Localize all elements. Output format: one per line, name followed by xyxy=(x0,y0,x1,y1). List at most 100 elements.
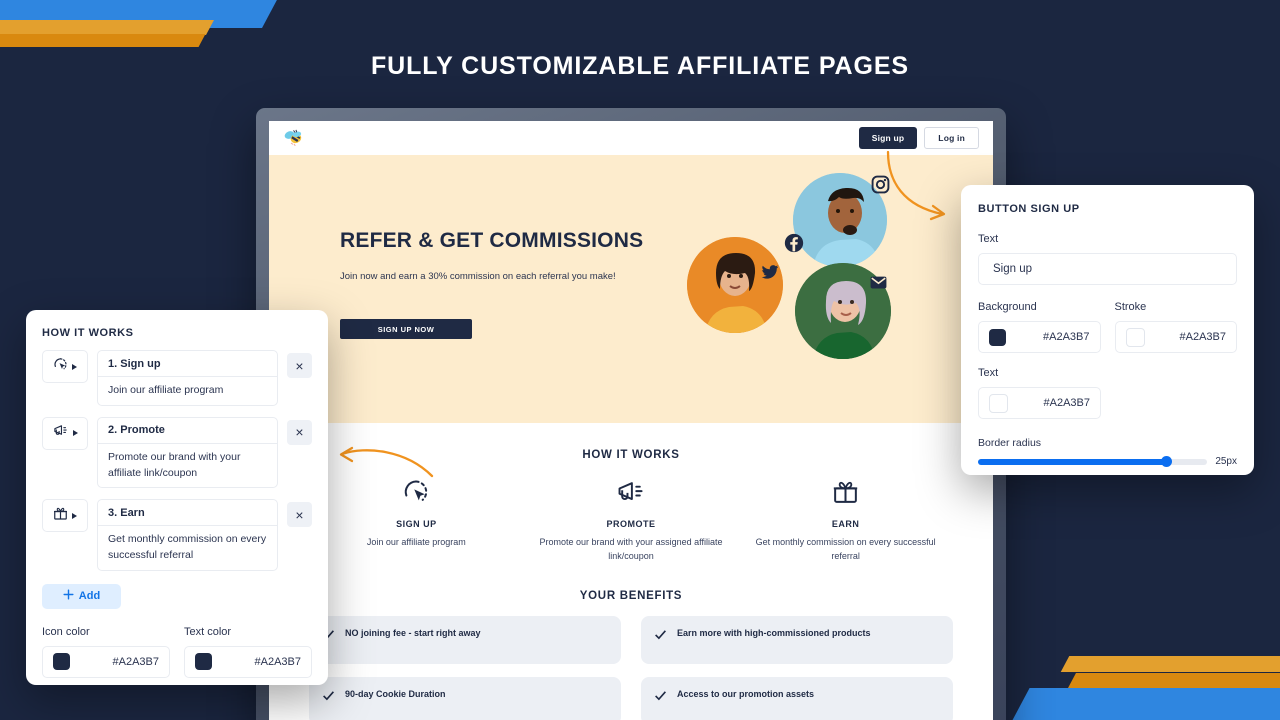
color-hex-value: #A2A3B7 xyxy=(254,655,301,668)
hero-section: REFER & GET COMMISSIONS Join now and ear… xyxy=(269,155,993,423)
email-icon xyxy=(869,273,888,292)
how-it-works-section: HOW IT WORKS SIGN UP Join our affiliate … xyxy=(269,423,993,720)
check-icon xyxy=(654,628,667,646)
step-promote: PROMOTE Promote our brand with your assi… xyxy=(538,475,723,564)
color-hex-value: #A2A3B7 xyxy=(1179,331,1226,343)
panel-title: BUTTON SIGN UP xyxy=(978,203,1080,215)
stroke-color-picker[interactable]: #A2A3B7 xyxy=(1114,321,1237,353)
site-header: Sign up Log in xyxy=(269,121,993,155)
text-color-picker[interactable]: #A2A3B7 xyxy=(184,645,312,678)
background-color-picker[interactable]: #A2A3B7 xyxy=(978,321,1101,353)
step-desc: Promote our brand with your assigned aff… xyxy=(539,537,723,561)
step-title-input[interactable]: 1. Sign up xyxy=(97,350,278,377)
add-step-button[interactable]: Add xyxy=(42,583,121,609)
step-earn: EARN Get monthly commission on every suc… xyxy=(753,475,938,564)
icon-color-label: Icon color xyxy=(42,625,90,638)
bottom-right-blue-band xyxy=(1010,688,1280,720)
step-desc-input[interactable]: Promote our brand with your affiliate li… xyxy=(97,443,278,489)
text-color-picker[interactable]: #A2A3B7 xyxy=(978,387,1101,419)
how-it-works-steps: SIGN UP Join our affiliate program PROMO… xyxy=(269,461,993,564)
top-left-orange-band-light xyxy=(0,20,214,35)
site-login-button[interactable]: Log in xyxy=(924,127,979,149)
slider-fill xyxy=(978,458,1167,465)
cursor-click-icon xyxy=(53,357,68,377)
color-hex-value: #A2A3B7 xyxy=(1043,397,1090,409)
hero-title: REFER & GET COMMISSIONS xyxy=(340,229,644,252)
browser-viewport: Sign up Log in REFER & GET COMMISSIONS J… xyxy=(269,121,993,720)
text-color-label: Text xyxy=(978,367,999,379)
chevron-right-icon xyxy=(72,430,78,437)
color-swatch[interactable] xyxy=(195,653,212,671)
benefit-label: Access to our promotion assets xyxy=(677,688,815,699)
step-title-input[interactable]: 3. Earn xyxy=(97,499,278,527)
browser-mockup: Sign up Log in REFER & GET COMMISSIONS J… xyxy=(256,108,1006,720)
border-radius-label: Border radius xyxy=(978,437,1042,449)
benefit-label: Earn more with high-commissioned product… xyxy=(677,627,871,638)
remove-step-button[interactable]: × xyxy=(287,502,312,528)
color-swatch[interactable] xyxy=(1125,327,1145,347)
hero-cta-button[interactable]: SIGN UP NOW xyxy=(340,319,472,339)
benefit-item: Earn more with high-commissioned product… xyxy=(641,615,953,664)
top-left-orange-band-dark xyxy=(0,34,206,47)
site-nav: Sign up Log in xyxy=(858,127,979,149)
bottom-right-orange-band-light xyxy=(1060,656,1280,672)
bee-logo-icon xyxy=(283,128,305,148)
color-hex-value: #A2A3B7 xyxy=(112,655,159,668)
cursor-click-icon xyxy=(324,475,509,509)
benefit-item: NO joining fee - start right away xyxy=(309,615,621,664)
remove-step-button[interactable]: × xyxy=(287,353,312,378)
benefit-item: Access to our promotion assets xyxy=(641,676,953,720)
step-title: EARN xyxy=(831,519,860,529)
stroke-label: Stroke xyxy=(1114,301,1147,313)
color-swatch[interactable] xyxy=(989,393,1008,413)
step-icon-selector[interactable] xyxy=(42,499,88,533)
chevron-right-icon xyxy=(72,363,77,370)
step-icon-selector[interactable] xyxy=(42,416,88,450)
gift-icon xyxy=(753,475,938,509)
instagram-icon xyxy=(871,175,890,194)
step-title: SIGN UP xyxy=(396,519,437,529)
hero-avatar-group xyxy=(673,165,903,380)
color-swatch[interactable] xyxy=(989,328,1006,346)
slider-track[interactable] xyxy=(978,456,1208,467)
plus-icon xyxy=(63,589,74,603)
megaphone-icon xyxy=(53,423,69,443)
site-signup-button[interactable]: Sign up xyxy=(858,127,918,149)
megaphone-icon xyxy=(538,475,723,509)
button-text-input[interactable]: Sign up xyxy=(978,253,1237,285)
text-field-label: Text xyxy=(978,233,999,245)
button-signup-panel: BUTTON SIGN UP Text Sign up Background #… xyxy=(961,185,1254,475)
benefits-heading: YOUR BENEFITS xyxy=(579,589,683,602)
remove-step-button[interactable]: × xyxy=(287,419,312,445)
step-editor-row: 1. Sign up Join our affiliate program × xyxy=(42,350,312,406)
how-it-works-panel: HOW IT WORKS 1. Sign up Join our affilia… xyxy=(26,310,328,685)
how-it-works-heading: HOW IT WORKS xyxy=(582,449,680,461)
chevron-right-icon xyxy=(72,512,77,519)
step-desc: Join our affiliate program xyxy=(366,537,466,547)
step-desc-input[interactable]: Join our affiliate program xyxy=(97,377,278,406)
slider-handle[interactable] xyxy=(1160,456,1172,467)
step-desc: Get monthly commission on every successf… xyxy=(755,537,936,561)
step-desc-input[interactable]: Get monthly commission on every successf… xyxy=(97,526,278,571)
color-swatch[interactable] xyxy=(53,653,70,671)
step-title-input[interactable]: 2. Promote xyxy=(97,416,278,444)
benefits-section: YOUR BENEFITS NO joining fee - start rig… xyxy=(269,564,993,720)
benefit-label: 90-day Cookie Duration xyxy=(345,688,446,699)
step-sign-up: SIGN UP Join our affiliate program xyxy=(324,475,509,564)
background-label: Background xyxy=(978,301,1037,313)
page-title: FULLY CUSTOMIZABLE AFFILIATE PAGES xyxy=(370,52,910,80)
border-radius-value: 25px xyxy=(1215,456,1237,467)
border-radius-slider[interactable]: 25px xyxy=(978,456,1237,467)
step-editor-row: 3. Earn Get monthly commission on every … xyxy=(42,499,312,571)
twitter-icon xyxy=(761,263,779,281)
bottom-right-orange-band-dark xyxy=(1068,673,1280,688)
color-hex-value: #A2A3B7 xyxy=(1043,331,1090,343)
check-icon xyxy=(322,689,335,707)
gift-icon xyxy=(53,506,68,526)
panel-title: HOW IT WORKS xyxy=(42,327,134,339)
check-icon xyxy=(654,689,667,707)
facebook-icon xyxy=(784,233,804,253)
avatar-person-2 xyxy=(687,237,783,333)
icon-color-picker[interactable]: #A2A3B7 xyxy=(42,645,170,678)
step-icon-selector[interactable] xyxy=(42,350,88,383)
